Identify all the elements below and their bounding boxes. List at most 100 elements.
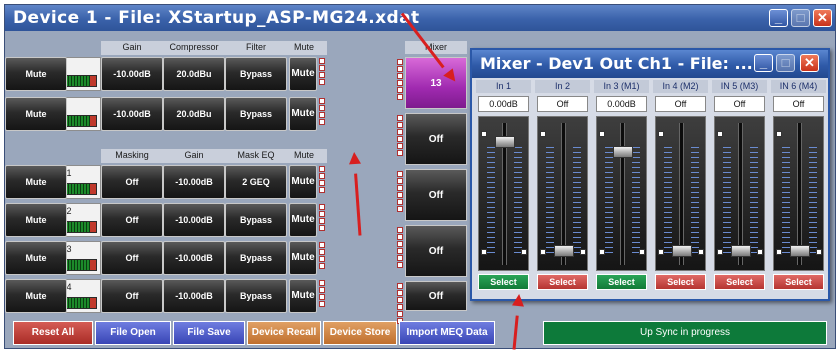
mixer-output-button[interactable]: Off xyxy=(405,225,467,277)
device-recall-button[interactable]: Device Recall xyxy=(247,321,321,345)
file-save-button[interactable]: File Save xyxy=(173,321,245,345)
mute-button[interactable]: Mute xyxy=(289,203,317,237)
routing-tick xyxy=(319,204,325,210)
close-button[interactable]: ✕ xyxy=(813,9,832,27)
mixer-output-button[interactable]: Off xyxy=(405,169,467,221)
fader-knob[interactable] xyxy=(495,135,515,148)
mask-eq-button[interactable]: 2 GEQ xyxy=(225,165,287,199)
mixer-routing-indicator xyxy=(397,59,403,101)
matrix-gain-button[interactable]: -10.00dB xyxy=(163,203,225,237)
select-button[interactable]: Select xyxy=(655,274,706,290)
minimize-button[interactable]: _ xyxy=(769,9,788,27)
mask-eq-button[interactable]: Bypass xyxy=(225,279,287,313)
mute-button[interactable]: Mute xyxy=(289,57,317,91)
mute-button[interactable]: Mute xyxy=(289,241,317,275)
compressor-button[interactable]: 20.0dBu xyxy=(163,97,225,131)
mixer-fader[interactable] xyxy=(773,116,824,271)
routing-tick xyxy=(397,192,403,198)
file-open-button[interactable]: File Open xyxy=(95,321,171,345)
mute-button[interactable]: Mute xyxy=(5,57,67,91)
mixer-channel-value[interactable]: Off xyxy=(655,96,706,112)
mixer-close-button[interactable]: ✕ xyxy=(800,54,819,72)
fader-knob[interactable] xyxy=(731,244,751,257)
select-button[interactable]: Select xyxy=(773,274,824,290)
import-meq-button[interactable]: Import MEQ Data xyxy=(399,321,495,345)
masking-button[interactable]: Off xyxy=(101,241,163,275)
filter-button[interactable]: Bypass xyxy=(225,97,287,131)
device-store-button[interactable]: Device Store xyxy=(323,321,397,345)
reset-all-button[interactable]: Reset All xyxy=(13,321,93,345)
header-filter: Filter xyxy=(225,41,287,54)
mute-button[interactable]: Mute xyxy=(5,241,67,275)
select-button[interactable]: Select xyxy=(596,274,647,290)
routing-tick xyxy=(397,185,403,191)
routing-tick xyxy=(397,227,403,233)
routing-tick xyxy=(397,80,403,86)
mute-button[interactable]: Mute xyxy=(5,97,67,131)
mute-button[interactable]: Mute xyxy=(289,165,317,199)
fader-track xyxy=(620,123,625,265)
close-icon: ✕ xyxy=(817,10,828,25)
mixer-fader[interactable] xyxy=(655,116,706,271)
routing-tick xyxy=(319,58,325,64)
fader-knob[interactable] xyxy=(790,244,810,257)
routing-tick xyxy=(319,173,325,179)
mixer-title-bar[interactable]: Mixer - Dev1 Out Ch1 - File: ... _ □ ✕ xyxy=(472,50,828,78)
fader-pin xyxy=(658,131,664,137)
routing-tick xyxy=(397,122,403,128)
fader-scale xyxy=(632,147,640,257)
matrix-gain-button[interactable]: -10.00dB xyxy=(163,165,225,199)
mask-eq-button[interactable]: Bypass xyxy=(225,203,287,237)
mixer-channel-strip: In 1 0.00dB Select xyxy=(476,80,531,292)
mixer-maximize-button[interactable]: □ xyxy=(776,54,795,72)
routing-tick xyxy=(397,129,403,135)
meter-clip-indicator xyxy=(90,116,96,126)
fader-knob[interactable] xyxy=(554,244,574,257)
compressor-button[interactable]: 20.0dBu xyxy=(163,57,225,91)
mute-button[interactable]: Mute xyxy=(5,203,67,237)
mixer-fader[interactable] xyxy=(537,116,588,271)
select-button[interactable]: Select xyxy=(714,274,765,290)
mixer-minimize-button[interactable]: _ xyxy=(754,54,773,72)
mixer-channel-value[interactable]: Off xyxy=(537,96,588,112)
fader-knob[interactable] xyxy=(613,146,633,159)
mixer-routing-indicator xyxy=(397,171,403,213)
filter-button[interactable]: Bypass xyxy=(225,57,287,91)
mixer-fader[interactable] xyxy=(714,116,765,271)
mute-button[interactable]: Mute xyxy=(289,97,317,131)
fader-pin xyxy=(580,249,586,255)
maximize-icon: □ xyxy=(781,55,790,70)
routing-tick xyxy=(397,143,403,149)
mixer-output-button[interactable]: Off xyxy=(405,281,467,311)
maximize-button[interactable]: □ xyxy=(791,9,810,27)
mixer-channel-label: IN 5 (M3) xyxy=(712,80,767,93)
mixer-channel-value[interactable]: 0.00dB xyxy=(478,96,529,112)
routing-tick xyxy=(397,66,403,72)
fader-knob[interactable] xyxy=(672,244,692,257)
select-button[interactable]: Select xyxy=(537,274,588,290)
mask-eq-button[interactable]: Bypass xyxy=(225,241,287,275)
masking-button[interactable]: Off xyxy=(101,279,163,313)
matrix-gain-button[interactable]: -10.00dB xyxy=(163,279,225,313)
mixer-fader[interactable] xyxy=(478,116,529,271)
mixer-fader[interactable] xyxy=(596,116,647,271)
meter-clip-indicator xyxy=(90,260,96,270)
gain-button[interactable]: -10.00dB xyxy=(101,57,163,91)
device-title-bar[interactable]: Device 1 - File: XStartup_ASP-MG24.xdat … xyxy=(5,5,835,31)
mute-button[interactable]: Mute xyxy=(5,165,67,199)
masking-button[interactable]: Off xyxy=(101,203,163,237)
select-button[interactable]: Select xyxy=(478,274,529,290)
fader-scale xyxy=(750,147,758,257)
matrix-gain-button[interactable]: -10.00dB xyxy=(163,241,225,275)
mute-button[interactable]: Mute xyxy=(289,279,317,313)
mute-button[interactable]: Mute xyxy=(5,279,67,313)
gain-button[interactable]: -10.00dB xyxy=(101,97,163,131)
mixer-channel-value[interactable]: Off xyxy=(773,96,824,112)
fader-pin xyxy=(540,131,546,137)
mixer-channel-label: In 4 (M2) xyxy=(653,80,708,93)
mixer-output-button[interactable]: 13 xyxy=(405,57,467,109)
mixer-output-button[interactable]: Off xyxy=(405,113,467,165)
masking-button[interactable]: Off xyxy=(101,165,163,199)
mixer-channel-value[interactable]: 0.00dB xyxy=(596,96,647,112)
mixer-channel-value[interactable]: Off xyxy=(714,96,765,112)
